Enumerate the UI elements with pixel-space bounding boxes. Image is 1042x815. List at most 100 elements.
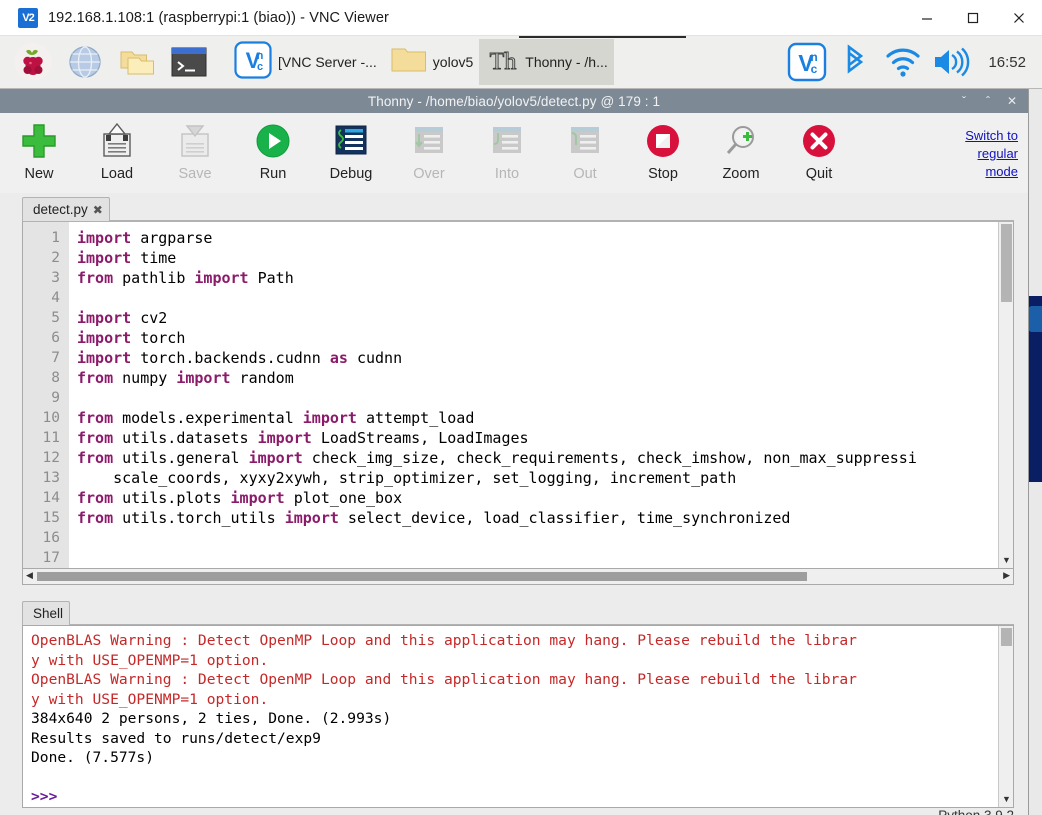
editor-tab-label: detect.py: [33, 202, 88, 217]
web-browser-icon[interactable]: [62, 39, 108, 85]
vnc-viewer-titlebar: V2 192.168.1.108:1 (raspberrypi:1 (biao)…: [0, 0, 1042, 36]
chevron-down-icon[interactable]: ˇ: [952, 89, 976, 113]
toolbar-label: Quit: [805, 166, 833, 182]
vnc-icon: V n c: [232, 39, 274, 85]
shell-line: 384x640 2 persons, 2 ties, Done. (2.993s…: [31, 710, 392, 727]
scrollbar-thumb[interactable]: [1001, 628, 1012, 646]
line-number: 1: [51, 230, 60, 246]
chevron-down-icon[interactable]: ▼: [1002, 555, 1011, 565]
shell-output[interactable]: OpenBLAS Warning : Detect OpenMP Loop an…: [22, 625, 1014, 808]
thonny-statusbar: Python 3.9.2: [0, 808, 1028, 815]
shell-tab[interactable]: Shell: [22, 601, 71, 625]
wifi-icon[interactable]: [880, 39, 926, 85]
code-line: from pathlib import Path: [77, 269, 294, 287]
volume-icon[interactable]: [928, 39, 974, 85]
file-manager-icon[interactable]: [114, 39, 160, 85]
bluetooth-icon[interactable]: [832, 39, 878, 85]
taskbar-clock[interactable]: 16:52: [988, 54, 1026, 71]
zoom-button[interactable]: Zoom: [702, 121, 780, 182]
close-icon[interactable]: [996, 0, 1042, 36]
taskbar-task-yolov5[interactable]: yolov5: [383, 39, 479, 85]
close-icon[interactable]: ✕: [1000, 89, 1024, 113]
step-over-button[interactable]: Over: [390, 121, 468, 182]
code-line: import torch.backends.cudnn as cudnn: [77, 349, 403, 367]
thonny-window-title: Thonny - /home/biao/yolov5/detect.py @ 1…: [367, 93, 661, 109]
run-icon: [254, 121, 292, 161]
taskbar-launchers: [0, 39, 212, 85]
desktop-wallpaper: [1028, 296, 1042, 482]
svg-text:c: c: [811, 62, 818, 76]
quit-button[interactable]: Quit: [780, 121, 858, 182]
line-number: 4: [51, 290, 60, 306]
code-editor[interactable]: 1 2 3 4 5 6 7 8 9 10 11 12 13 14 15 16 17 import argpars…: [22, 221, 1014, 569]
zoom-icon: [722, 121, 760, 161]
switch-to-regular-mode-link[interactable]: Switch to regular mode: [942, 127, 1018, 181]
save-file-icon: [177, 121, 213, 161]
taskbar-task-label: yolov5: [432, 54, 474, 70]
quit-icon: [800, 121, 838, 161]
save-button[interactable]: Save: [156, 121, 234, 182]
shell-vertical-scrollbar[interactable]: ▼: [998, 626, 1013, 807]
editor-horizontal-scrollbar[interactable]: ◀ ▶: [22, 569, 1014, 585]
run-button[interactable]: Run: [234, 121, 312, 182]
load-button[interactable]: Load: [78, 121, 156, 182]
line-number: 10: [42, 410, 60, 426]
chevron-right-icon[interactable]: ▶: [1003, 570, 1010, 581]
editor-tabbar-filler: [109, 193, 1014, 221]
line-number: 2: [51, 250, 60, 266]
toolbar-label: New: [24, 166, 54, 182]
line-number: 15: [42, 510, 60, 526]
code-line: from utils.plots import plot_one_box: [77, 489, 403, 507]
python-version-label: Python 3.9.2: [938, 807, 1014, 815]
thonny-window-controls: ˇ ˆ ✕: [952, 89, 1028, 113]
stop-button[interactable]: Stop: [624, 121, 702, 182]
new-button[interactable]: New: [0, 121, 78, 182]
chevron-down-icon[interactable]: ▼: [1002, 794, 1011, 804]
chevron-up-icon[interactable]: ˆ: [976, 89, 1000, 113]
code-line: import time: [77, 249, 177, 267]
shell-line: Results saved to runs/detect/exp9: [31, 729, 321, 747]
editor-tab-detect-py[interactable]: detect.py ✖: [22, 197, 110, 221]
shell-line: OpenBLAS Warning : Detect OpenMP Loop an…: [31, 632, 857, 649]
chevron-left-icon[interactable]: ◀: [26, 570, 33, 581]
maximize-icon[interactable]: [950, 0, 996, 36]
editor-vertical-scrollbar[interactable]: ▼: [998, 222, 1013, 568]
new-file-icon: [20, 121, 58, 161]
scrollbar-thumb[interactable]: [37, 572, 807, 581]
terminal-icon[interactable]: [166, 39, 212, 85]
toolbar-label: Zoom: [722, 166, 760, 182]
step-out-button[interactable]: Out: [546, 121, 624, 182]
editor-panel: detect.py ✖ 1 2 3 4 5 6 7 8 9 10 11 12 13 14 15 16 17 im…: [22, 193, 1014, 585]
scrollbar-thumb[interactable]: [1001, 224, 1012, 302]
thonny-icon: Th: [485, 42, 521, 83]
debug-button[interactable]: Debug: [312, 121, 390, 182]
toolbar-label: Over: [413, 166, 445, 182]
line-number: 11: [42, 430, 60, 446]
toolbar-label: Load: [100, 166, 134, 182]
close-icon[interactable]: ✖: [93, 203, 103, 217]
line-number: 6: [51, 330, 60, 346]
taskbar-task-label: Thonny - /h...: [525, 54, 608, 70]
line-number: 16: [42, 530, 60, 546]
shell-line: Done. (7.577s): [31, 749, 155, 766]
vnc-tray-icon[interactable]: V n c: [784, 39, 830, 85]
svg-text:Th: Th: [490, 49, 517, 75]
taskbar-task-vnc-server[interactable]: V n c [VNC Server -...: [226, 39, 383, 85]
line-number: 14: [42, 490, 60, 506]
raspberry-menu-icon[interactable]: [10, 39, 56, 85]
shell-text[interactable]: OpenBLAS Warning : Detect OpenMP Loop an…: [23, 626, 1013, 807]
line-number: 8: [51, 370, 60, 386]
step-out-icon: [567, 121, 603, 161]
editor-tabbar: detect.py ✖: [22, 193, 1014, 221]
taskbar-task-thonny[interactable]: Th Thonny - /h...: [479, 39, 614, 85]
shell-panel: Shell OpenBLAS Warning : Detect OpenMP L…: [22, 597, 1014, 808]
minimize-icon[interactable]: [904, 0, 950, 36]
step-into-button[interactable]: Into: [468, 121, 546, 182]
svg-text:c: c: [257, 61, 263, 73]
code-line: scale_coords, xyxy2xywh, strip_optimizer…: [77, 469, 737, 487]
toolbar-label: Debug: [329, 166, 373, 182]
code-text[interactable]: import argparse import time from pathlib i…: [69, 222, 1013, 568]
